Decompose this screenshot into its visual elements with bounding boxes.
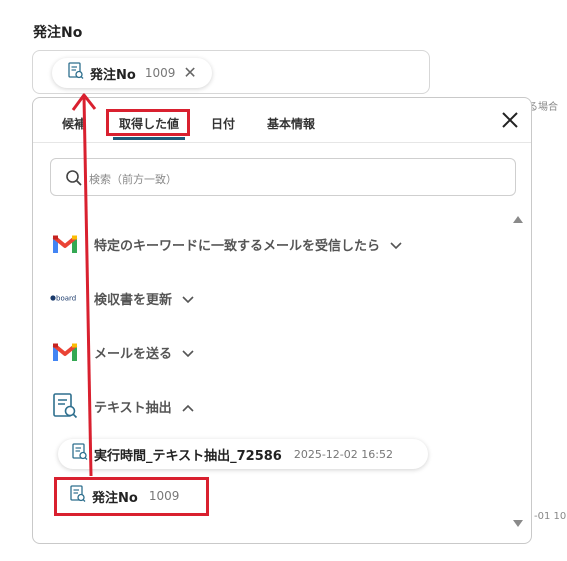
document-search-icon <box>72 443 88 465</box>
field-label: 発注No <box>33 25 83 41</box>
gmail-icon <box>50 337 80 367</box>
chip-number: 1009 <box>144 66 176 80</box>
group-text-extraction[interactable]: テキスト抽出 <box>50 391 194 421</box>
svg-text:board: board <box>56 295 76 303</box>
item-highlight-box <box>54 477 209 516</box>
chip-label: 発注No <box>90 67 136 83</box>
gmail-icon <box>50 229 80 259</box>
tab-date[interactable]: 日付 <box>211 115 235 132</box>
group-label: 検収書を更新 <box>94 292 173 308</box>
search-placeholder: 検索（前方一致） <box>89 173 177 186</box>
value-item-meta: 2025-12-02 16:52 <box>293 447 393 461</box>
selected-value-chip[interactable]: 発注No 1009 ✕ <box>52 58 212 88</box>
board-icon: board <box>50 283 80 313</box>
group-send-mail[interactable]: メールを送る <box>50 337 194 367</box>
search-icon <box>65 169 83 191</box>
chevron-up-icon <box>182 397 194 416</box>
group-label: 特定のキーワードに一致するメールを受信したら <box>94 238 381 254</box>
search-input[interactable]: 検索（前方一致） <box>50 158 516 196</box>
close-icon[interactable] <box>498 108 522 132</box>
group-keyword-mail-trigger[interactable]: 特定のキーワードに一致するメールを受信したら <box>50 229 402 259</box>
side-hint-bottom: -01 10 <box>534 511 567 522</box>
side-hint-top: る場合 <box>528 102 558 113</box>
chevron-down-icon <box>182 289 194 308</box>
scroll-up-arrow[interactable] <box>513 216 523 223</box>
group-label: メールを送る <box>94 346 173 362</box>
value-item-label: 実行時間_テキスト抽出_72586 <box>94 448 282 464</box>
document-search-icon <box>50 391 80 421</box>
chevron-down-icon <box>390 235 402 254</box>
scroll-down-arrow[interactable] <box>513 520 523 527</box>
remove-chip-icon[interactable]: ✕ <box>183 65 196 81</box>
document-search-icon <box>68 62 84 84</box>
tab-basic-info[interactable]: 基本情報 <box>267 115 315 132</box>
group-update-inspection[interactable]: board 検収書を更新 <box>50 283 194 313</box>
tab-candidates[interactable]: 候補 <box>62 115 86 132</box>
group-label: テキスト抽出 <box>94 400 172 416</box>
value-item-exec-time[interactable]: 実行時間_テキスト抽出_72586 2025-12-02 16:52 <box>58 439 428 469</box>
tab-highlight-box <box>106 109 190 136</box>
chevron-down-icon <box>182 343 194 362</box>
